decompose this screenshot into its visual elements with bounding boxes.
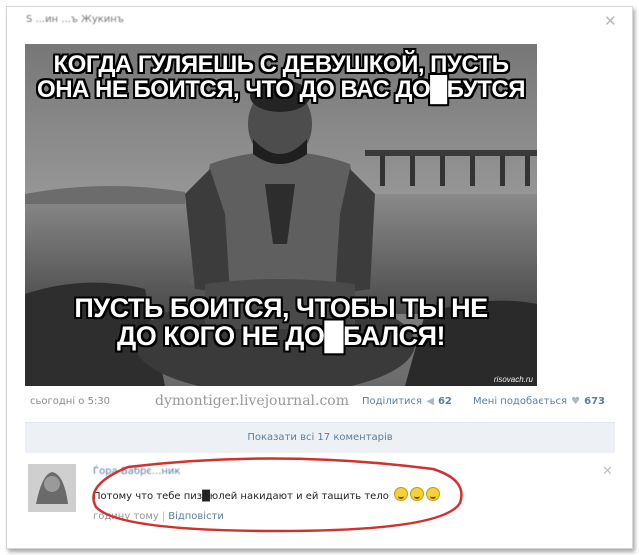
- share-count: 62: [437, 396, 452, 407]
- meme-caption-bottom-line2: ДО КОГО НЕ ДО█БАЛСЯ!: [116, 321, 446, 352]
- avatar[interactable]: [28, 464, 76, 512]
- heart-icon: ♥: [571, 396, 581, 407]
- share-label: Поділитися: [362, 396, 423, 407]
- meme-caption-top-line1: КОГДА ГУЛЯЕШЬ С ДЕВУШКОЙ, ПУСТЬ: [53, 51, 509, 78]
- like-label: Мені подобається: [473, 396, 567, 407]
- show-all-comments-button[interactable]: Показати всі 17 коментарів: [25, 422, 615, 453]
- post-time[interactable]: сьогодні о 5:30: [30, 396, 110, 407]
- meme-caption-bottom-line1: ПУСТЬ БОИТСЯ, ЧТОБЫ ТЫ НЕ: [74, 293, 488, 323]
- like-button[interactable]: Мені подобається ♥ 673: [473, 396, 605, 407]
- close-icon[interactable]: ✕: [602, 464, 613, 479]
- post-author[interactable]: Ѕ ...ин ...ъ Жукинъ: [26, 14, 124, 25]
- watermark: risovach.ru: [493, 375, 533, 384]
- post-meta: сьогодні о 5:30 dymontiger.livejournal.c…: [25, 392, 615, 412]
- avatar-image: [28, 464, 76, 512]
- like-count: 673: [584, 396, 606, 407]
- close-icon[interactable]: ✕: [604, 14, 617, 29]
- meme-caption-bottom: ПУСТЬ БОИТСЯ, ЧТОБЫ ТЫ НЕ ДО КОГО НЕ ДО█…: [25, 294, 537, 351]
- megaphone-icon: ◀: [426, 396, 434, 407]
- meme-caption-top-line2: ОНА НЕ БОИТСЯ, ЧТО ДО ВАС ДО█БУТСЯ: [37, 76, 525, 104]
- meme-caption-top: КОГДА ГУЛЯЕШЬ С ДЕВУШКОЙ, ПУСТЬ ОНА НЕ Б…: [25, 51, 537, 104]
- highlight-ellipse: [92, 457, 463, 533]
- meme-image[interactable]: КОГДА ГУЛЯЕШЬ С ДЕВУШКОЙ, ПУСТЬ ОНА НЕ Б…: [25, 44, 537, 386]
- share-button[interactable]: Поділитися ◀ 62: [362, 396, 452, 407]
- source-domain[interactable]: dymontiger.livejournal.com: [155, 393, 349, 409]
